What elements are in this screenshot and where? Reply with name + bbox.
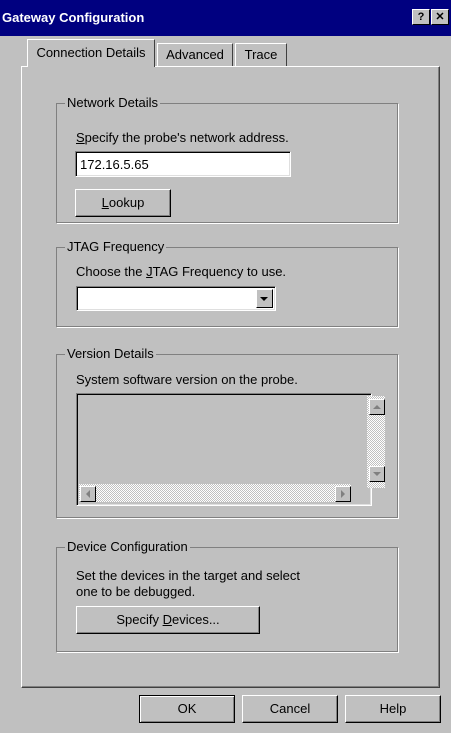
device-configuration-legend: Device Configuration — [65, 539, 190, 554]
network-details-legend: Network Details — [65, 95, 161, 110]
jtag-prompt-pre: Choose the — [76, 264, 147, 279]
network-details-group: Network Details Specify the probe's netw… — [56, 95, 398, 223]
arrow-down-icon — [373, 472, 381, 476]
specify-devices-button[interactable]: Specify Devices... — [76, 606, 260, 634]
help-button[interactable]: Help — [345, 695, 441, 723]
network-address-input[interactable]: 172.16.5.65 — [75, 151, 291, 177]
version-prompt: System software version on the probe. — [76, 372, 298, 387]
help-icon[interactable]: ? — [412, 9, 430, 25]
device-configuration-group: Device Configuration Set the devices in … — [56, 539, 398, 652]
network-address-value: 172.16.5.65 — [80, 157, 149, 172]
tab-connection-details-label: Connection Details — [36, 45, 146, 60]
arrow-left-icon — [86, 490, 90, 498]
lookup-button[interactable]: Lookup — [75, 189, 171, 217]
tab-trace[interactable]: Trace — [235, 43, 287, 67]
device-desc-line2: one to be debugged. — [76, 584, 196, 599]
tab-panel: Network Details Specify the probe's netw… — [21, 66, 440, 688]
jtag-prompt-post: TAG Frequency to use. — [152, 264, 287, 279]
tab-connection-details[interactable]: Connection Details — [27, 39, 155, 67]
version-details-group: Version Details System software version … — [56, 346, 398, 518]
version-text-area[interactable] — [76, 393, 385, 506]
scroll-right-button[interactable] — [335, 486, 351, 502]
horizontal-scrollbar-track[interactable] — [79, 484, 351, 502]
network-prompt-rest: pecify the probe's network address. — [84, 130, 289, 145]
title-bar: Gateway Configuration ? ✕ — [0, 0, 451, 36]
network-prompt: Specify the probe's network address. — [76, 130, 289, 145]
specify-devices-mnemonic: D — [162, 612, 172, 627]
gateway-config-dialog: Gateway Configuration ? ✕ Connection Det… — [0, 0, 451, 733]
tab-trace-label: Trace — [244, 47, 278, 62]
arrow-up-icon — [373, 405, 381, 409]
specify-devices-post: evices... — [171, 612, 220, 627]
window-title: Gateway Configuration — [2, 10, 145, 25]
chevron-down-icon — [260, 297, 268, 301]
close-icon[interactable]: ✕ — [431, 9, 449, 25]
network-prompt-mnemonic: S — [76, 130, 85, 145]
specify-devices-pre: Specify — [116, 612, 163, 627]
device-desc-line1: Set the devices in the target and select — [76, 568, 301, 583]
arrow-right-icon — [341, 490, 345, 498]
tab-advanced[interactable]: Advanced — [157, 43, 233, 67]
tab-advanced-label: Advanced — [166, 47, 224, 62]
dropdown-arrow-button[interactable] — [256, 289, 273, 308]
lookup-label-rest: ookup — [108, 195, 145, 210]
lookup-mnemonic: L — [101, 195, 109, 210]
scroll-up-button[interactable] — [369, 399, 385, 415]
jtag-frequency-dropdown[interactable] — [76, 286, 276, 311]
version-details-legend: Version Details — [65, 346, 156, 361]
jtag-prompt: Choose the JTAG Frequency to use. — [76, 264, 286, 279]
jtag-frequency-group: JTAG Frequency Choose the JTAG Frequency… — [56, 239, 398, 327]
jtag-frequency-legend: JTAG Frequency — [65, 239, 167, 254]
cancel-button[interactable]: Cancel — [242, 695, 338, 723]
scroll-down-button[interactable] — [369, 466, 385, 482]
ok-button[interactable]: OK — [139, 695, 235, 723]
scroll-left-button[interactable] — [80, 486, 96, 502]
